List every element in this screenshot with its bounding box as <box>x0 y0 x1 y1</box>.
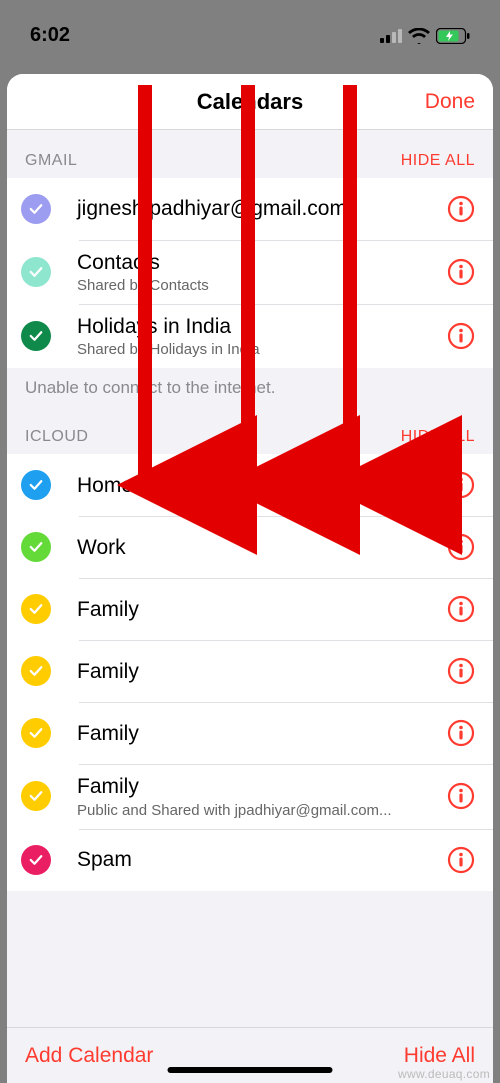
section-label: GMAIL <box>25 152 77 170</box>
info-icon[interactable] <box>447 657 475 685</box>
calendar-checkmark[interactable] <box>21 257 51 287</box>
calendar-checkmark[interactable] <box>21 594 51 624</box>
calendar-title: Work <box>77 535 447 560</box>
calendar-row[interactable]: Family Public and Shared with jpadhiyar@… <box>7 764 493 828</box>
info-icon[interactable] <box>447 782 475 810</box>
signal-icon <box>380 29 402 43</box>
calendar-text: Family <box>77 721 447 746</box>
section-rows: Home Work Family Family <box>7 454 493 890</box>
calendar-checkmark[interactable] <box>21 845 51 875</box>
section-hide-all[interactable]: HIDE ALL <box>401 152 475 170</box>
calendar-text: Spam <box>77 847 447 872</box>
calendar-title: Holidays in India <box>77 314 447 339</box>
calendar-title: jignesh.padhiyar@gmail.com <box>77 196 447 221</box>
calendar-text: Work <box>77 535 447 560</box>
calendar-text: jignesh.padhiyar@gmail.com <box>77 196 447 221</box>
section-label: ICLOUD <box>25 428 88 446</box>
done-button[interactable]: Done <box>425 90 475 114</box>
info-icon[interactable] <box>447 719 475 747</box>
info-icon[interactable] <box>447 471 475 499</box>
calendar-title: Family <box>77 774 447 799</box>
calendar-subtitle: Shared by Contacts <box>77 277 447 294</box>
calendar-row[interactable]: Family <box>7 702 493 764</box>
section-header-gmail: GMAIL HIDE ALL <box>7 130 493 178</box>
hide-all-button[interactable]: Hide All <box>404 1044 475 1068</box>
calendar-row[interactable]: Family <box>7 578 493 640</box>
calendar-title: Family <box>77 659 447 684</box>
sheet-body: GMAIL HIDE ALL jignesh.padhiyar@gmail.co… <box>7 130 493 1027</box>
info-icon[interactable] <box>447 533 475 561</box>
calendar-title: Family <box>77 597 447 622</box>
sheet-title: Calendars <box>197 89 303 115</box>
info-icon[interactable] <box>447 195 475 223</box>
watermark: www.deuaq.com <box>398 1067 490 1081</box>
calendar-title: Contacts <box>77 250 447 275</box>
calendar-title: Family <box>77 721 447 746</box>
status-time: 6:02 <box>30 24 70 47</box>
status-bar: 6:02 <box>0 0 500 55</box>
battery-icon <box>436 28 470 44</box>
sheet-header: Calendars Done <box>7 74 493 130</box>
calendar-text: Family Public and Shared with jpadhiyar@… <box>77 774 447 818</box>
calendar-checkmark[interactable] <box>21 532 51 562</box>
home-indicator <box>168 1067 333 1073</box>
wifi-icon <box>408 28 430 44</box>
calendar-text: Home <box>77 473 447 498</box>
calendar-subtitle: Public and Shared with jpadhiyar@gmail.c… <box>77 802 447 819</box>
section-hide-all[interactable]: HIDE ALL <box>401 428 475 446</box>
calendar-row[interactable]: Spam <box>7 829 493 891</box>
calendar-row[interactable]: Contacts Shared by Contacts <box>7 240 493 304</box>
calendar-row[interactable]: Home <box>7 454 493 516</box>
add-calendar-button[interactable]: Add Calendar <box>25 1044 153 1068</box>
info-icon[interactable] <box>447 846 475 874</box>
calendar-title: Spam <box>77 847 447 872</box>
calendar-checkmark[interactable] <box>21 321 51 351</box>
calendar-text: Holidays in India Shared by Holidays in … <box>77 314 447 358</box>
status-icons <box>380 28 470 44</box>
calendar-row[interactable]: jignesh.padhiyar@gmail.com <box>7 178 493 240</box>
calendar-subtitle: Shared by Holidays in India <box>77 341 447 358</box>
calendar-text: Contacts Shared by Contacts <box>77 250 447 294</box>
section-header-icloud: ICLOUD HIDE ALL <box>7 406 493 454</box>
calendar-checkmark[interactable] <box>21 718 51 748</box>
calendar-row[interactable]: Family <box>7 640 493 702</box>
calendar-row[interactable]: Work <box>7 516 493 578</box>
connection-note: Unable to connect to the internet. <box>7 368 493 406</box>
calendars-sheet: Calendars Done GMAIL HIDE ALL jignesh.pa… <box>7 74 493 1083</box>
section-rows: jignesh.padhiyar@gmail.com Contacts Shar… <box>7 178 493 368</box>
calendar-checkmark[interactable] <box>21 194 51 224</box>
calendar-checkmark[interactable] <box>21 781 51 811</box>
calendar-row[interactable]: Holidays in India Shared by Holidays in … <box>7 304 493 368</box>
calendar-text: Family <box>77 659 447 684</box>
info-icon[interactable] <box>447 258 475 286</box>
calendar-text: Family <box>77 597 447 622</box>
calendar-title: Home <box>77 473 447 498</box>
info-icon[interactable] <box>447 322 475 350</box>
info-icon[interactable] <box>447 595 475 623</box>
calendar-checkmark[interactable] <box>21 656 51 686</box>
calendar-checkmark[interactable] <box>21 470 51 500</box>
